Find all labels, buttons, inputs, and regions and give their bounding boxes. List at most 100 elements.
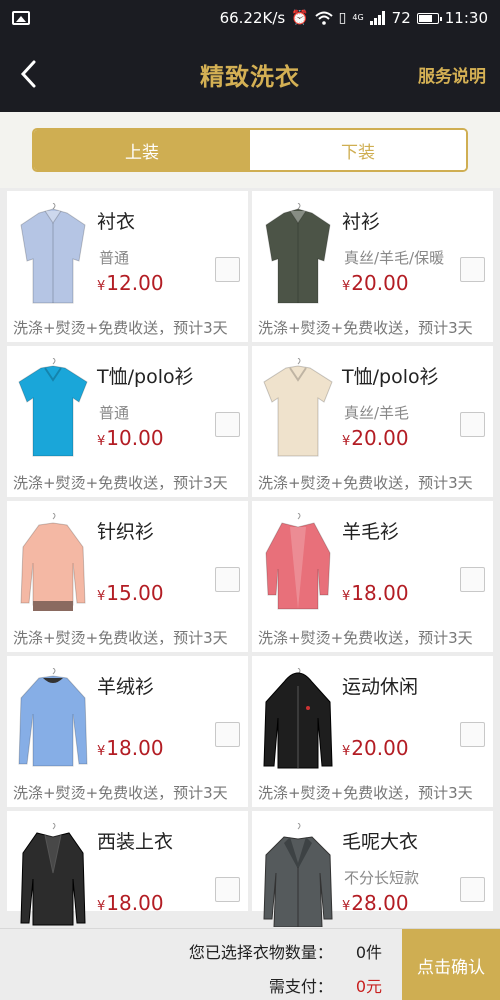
category-tabs: 上装 下装 xyxy=(32,128,468,172)
knit-sweater-icon xyxy=(20,513,86,611)
payment-row: 需支付： 0元 xyxy=(269,973,382,997)
service-description: 洗涤+熨烫+免费收送，预计3天 xyxy=(258,784,473,802)
garment-name: 衬衫 xyxy=(342,211,381,233)
garment-subtitle: 不分长短款 xyxy=(344,869,420,887)
tab-tops[interactable]: 上装 xyxy=(34,130,250,170)
garment-card[interactable]: 西装上衣 ¥18.00 xyxy=(7,811,248,926)
select-checkbox[interactable] xyxy=(460,877,485,902)
garment-card[interactable]: 羊绒衫 ¥18.00 洗涤+熨烫+免费收送，预计3天 xyxy=(7,656,248,807)
tab-bottoms[interactable]: 下装 xyxy=(250,130,466,170)
status-bar: 66.22K/s ⏰ ▯ 4G 72 11:30 xyxy=(0,0,500,36)
price-value: 20.00 xyxy=(351,736,409,760)
payment-label: 需支付： xyxy=(268,977,333,996)
dark-shirt-icon xyxy=(265,203,331,304)
wool-coat-icon xyxy=(263,823,333,927)
battery-percent: 72 xyxy=(391,9,411,27)
polo-shirt-icon xyxy=(18,358,88,457)
garment-card[interactable]: T恤/polo衫 真丝/羊毛 ¥20.00 洗涤+熨烫+免费收送，预计3天 xyxy=(252,346,493,497)
garment-name: 针织衫 xyxy=(97,521,155,543)
service-description: 洗涤+熨烫+免费收送，预计3天 xyxy=(13,784,228,802)
price-value: 28.00 xyxy=(351,891,409,915)
garment-price: ¥20.00 xyxy=(342,271,409,295)
price-value: 20.00 xyxy=(351,426,409,450)
battery-icon xyxy=(416,12,442,24)
selected-count-label: 您已选择衣物数量： xyxy=(188,943,333,962)
select-checkbox[interactable] xyxy=(215,567,240,592)
hoodie-icon xyxy=(263,668,333,769)
price-value: 12.00 xyxy=(106,271,164,295)
garment-card[interactable]: T恤/polo衫 普通 ¥10.00 洗涤+熨烫+免费收送，预计3天 xyxy=(7,346,248,497)
garment-price: ¥15.00 xyxy=(97,581,164,605)
select-checkbox[interactable] xyxy=(460,567,485,592)
wifi-icon xyxy=(314,11,333,25)
garment-card[interactable]: 羊毛衫 ¥18.00 洗涤+熨烫+免费收送，预计3天 xyxy=(252,501,493,652)
price-value: 10.00 xyxy=(106,426,164,450)
currency-symbol: ¥ xyxy=(97,589,106,604)
status-indicators: 66.22K/s ⏰ ▯ 4G 72 11:30 xyxy=(220,9,488,27)
select-checkbox[interactable] xyxy=(215,877,240,902)
chevron-left-icon xyxy=(20,60,36,88)
currency-symbol: ¥ xyxy=(342,589,351,604)
price-value: 18.00 xyxy=(106,736,164,760)
clock: 11:30 xyxy=(444,9,488,27)
currency-symbol: ¥ xyxy=(97,744,106,759)
confirm-button[interactable]: 点击确认 xyxy=(402,929,500,1000)
garment-price: ¥10.00 xyxy=(97,426,164,450)
category-tabs-area: 上装 下装 xyxy=(0,112,500,188)
garment-card[interactable]: 毛呢大衣 不分长短款 ¥28.00 xyxy=(252,811,493,927)
cardigan-icon xyxy=(265,513,331,610)
garment-name: 毛呢大衣 xyxy=(342,831,419,853)
selected-count-row: 您已选择衣物数量： 0件 xyxy=(189,939,382,963)
garment-subtitle: 普通 xyxy=(99,249,130,267)
garment-name: 羊毛衫 xyxy=(342,521,400,543)
select-checkbox[interactable] xyxy=(215,412,240,437)
garment-name: 西装上衣 xyxy=(97,831,174,853)
garment-subtitle: 真丝/羊毛/保暖 xyxy=(344,249,445,267)
price-value: 20.00 xyxy=(351,271,409,295)
garment-grid: 衬衣 普通 ¥12.00 洗涤+熨烫+免费收送，预计3天 衬衫 真丝/羊毛/保暖… xyxy=(7,191,493,927)
garment-name: 羊绒衫 xyxy=(97,676,155,698)
garment-name: T恤/polo衫 xyxy=(97,366,194,388)
service-info-link[interactable]: 服务说明 xyxy=(418,62,486,87)
service-description: 洗涤+熨烫+免费收送，预计3天 xyxy=(258,319,473,337)
select-checkbox[interactable] xyxy=(460,412,485,437)
service-description: 洗涤+熨烫+免费收送，预计3天 xyxy=(258,474,473,492)
network-speed: 66.22K/s xyxy=(219,9,286,27)
navigation-bar: 精致洗衣 服务说明 xyxy=(0,36,500,112)
garment-price: ¥28.00 xyxy=(342,891,409,915)
price-value: 15.00 xyxy=(106,581,164,605)
page-title: 精致洗衣 xyxy=(200,62,300,91)
cashmere-sweater-icon xyxy=(18,668,88,767)
garment-subtitle: 真丝/羊毛 xyxy=(344,404,410,422)
garment-price: ¥20.00 xyxy=(342,736,409,760)
garment-card[interactable]: 针织衫 ¥15.00 洗涤+熨烫+免费收送，预计3天 xyxy=(7,501,248,652)
select-checkbox[interactable] xyxy=(460,257,485,282)
garment-card[interactable]: 衬衣 普通 ¥12.00 洗涤+熨烫+免费收送，预计3天 xyxy=(7,191,248,342)
checkout-bar: 您已选择衣物数量： 0件 需支付： 0元 点击确认 xyxy=(0,928,500,1000)
payment-value: 0元 xyxy=(355,977,382,996)
select-checkbox[interactable] xyxy=(215,257,240,282)
garment-price: ¥18.00 xyxy=(342,581,409,605)
select-checkbox[interactable] xyxy=(460,722,485,747)
price-value: 18.00 xyxy=(351,581,409,605)
currency-symbol: ¥ xyxy=(97,434,106,449)
garment-card[interactable]: 衬衫 真丝/羊毛/保暖 ¥20.00 洗涤+熨烫+免费收送，预计3天 xyxy=(252,191,493,342)
select-checkbox[interactable] xyxy=(215,722,240,747)
back-button[interactable] xyxy=(10,54,46,94)
service-description: 洗涤+熨烫+免费收送，预计3天 xyxy=(13,474,228,492)
price-value: 18.00 xyxy=(106,891,164,915)
garment-price: ¥18.00 xyxy=(97,736,164,760)
garment-price: ¥12.00 xyxy=(97,271,164,295)
currency-symbol: ¥ xyxy=(342,744,351,759)
currency-symbol: ¥ xyxy=(97,279,106,294)
garment-card[interactable]: 运动休闲 ¥20.00 洗涤+熨烫+免费收送，预计3天 xyxy=(252,656,493,807)
garment-name: T恤/polo衫 xyxy=(342,366,439,388)
garment-price: ¥18.00 xyxy=(97,891,164,915)
garment-name: 衬衣 xyxy=(97,211,136,233)
network-type: 4G xyxy=(352,13,364,22)
polo-shirt-icon xyxy=(263,358,333,457)
service-description: 洗涤+熨烫+免费收送，预计3天 xyxy=(13,629,228,647)
garment-price: ¥20.00 xyxy=(342,426,409,450)
garment-name: 运动休闲 xyxy=(342,676,419,698)
blazer-icon xyxy=(20,823,86,926)
